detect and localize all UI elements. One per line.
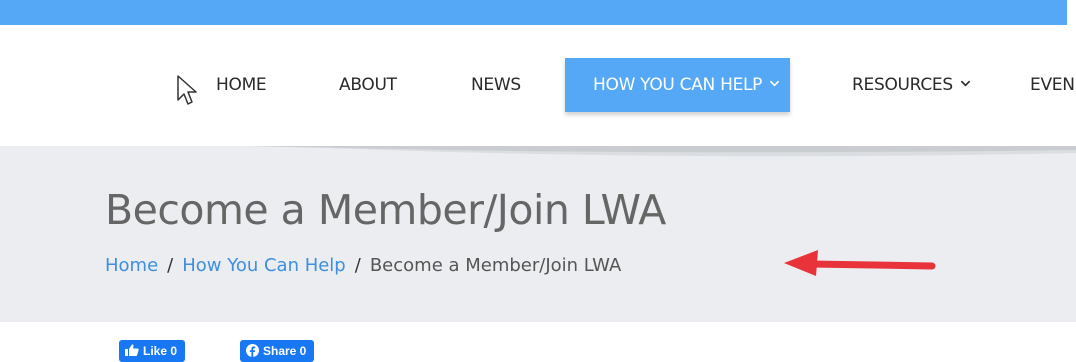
red-arrow-annotation <box>784 250 936 276</box>
nav-item-label: RESOURCES <box>852 75 953 95</box>
page-header-banner: Become a Member/Join LWA Home / How You Ca… <box>0 146 1076 322</box>
thumbs-up-icon <box>125 344 139 357</box>
nav-item-about[interactable]: ABOUT <box>339 58 397 112</box>
breadcrumb-current: Become a Member/Join LWA <box>369 255 622 276</box>
nav-item-label: HOW YOU CAN HELP <box>593 75 763 95</box>
nav-item-resources[interactable]: RESOURCES <box>852 58 971 112</box>
facebook-like-button[interactable]: Like 0 <box>119 340 186 362</box>
chevron-down-icon <box>770 80 780 87</box>
nav-item-how-you-can-help[interactable]: HOW YOU CAN HELP <box>565 58 791 112</box>
share-label: Share 0 <box>263 344 307 358</box>
header-decoration <box>250 146 1076 157</box>
breadcrumb-separator: / <box>167 255 174 276</box>
chevron-down-icon <box>960 80 971 87</box>
main-nav: HOME ABOUT NEWS HOW YOU CAN HELP RESOURC… <box>0 58 1076 112</box>
facebook-share-button[interactable]: Share 0 <box>240 340 315 362</box>
breadcrumb-parent-link[interactable]: How You Can Help <box>182 255 346 276</box>
nav-item-events[interactable]: EVEN <box>1030 58 1075 112</box>
top-accent-bar <box>0 0 1067 25</box>
nav-item-home[interactable]: HOME <box>216 58 267 112</box>
page-title: Become a Member/Join LWA <box>105 186 666 234</box>
pointer-cursor-icon <box>177 75 197 105</box>
breadcrumb-separator: / <box>354 255 361 276</box>
nav-item-news[interactable]: NEWS <box>471 58 521 112</box>
facebook-icon <box>246 343 259 357</box>
breadcrumb: Home / How You Can Help / Become a Member/Jo… <box>105 255 621 276</box>
like-label: Like 0 <box>143 344 178 358</box>
breadcrumb-home-link[interactable]: Home <box>105 255 158 276</box>
